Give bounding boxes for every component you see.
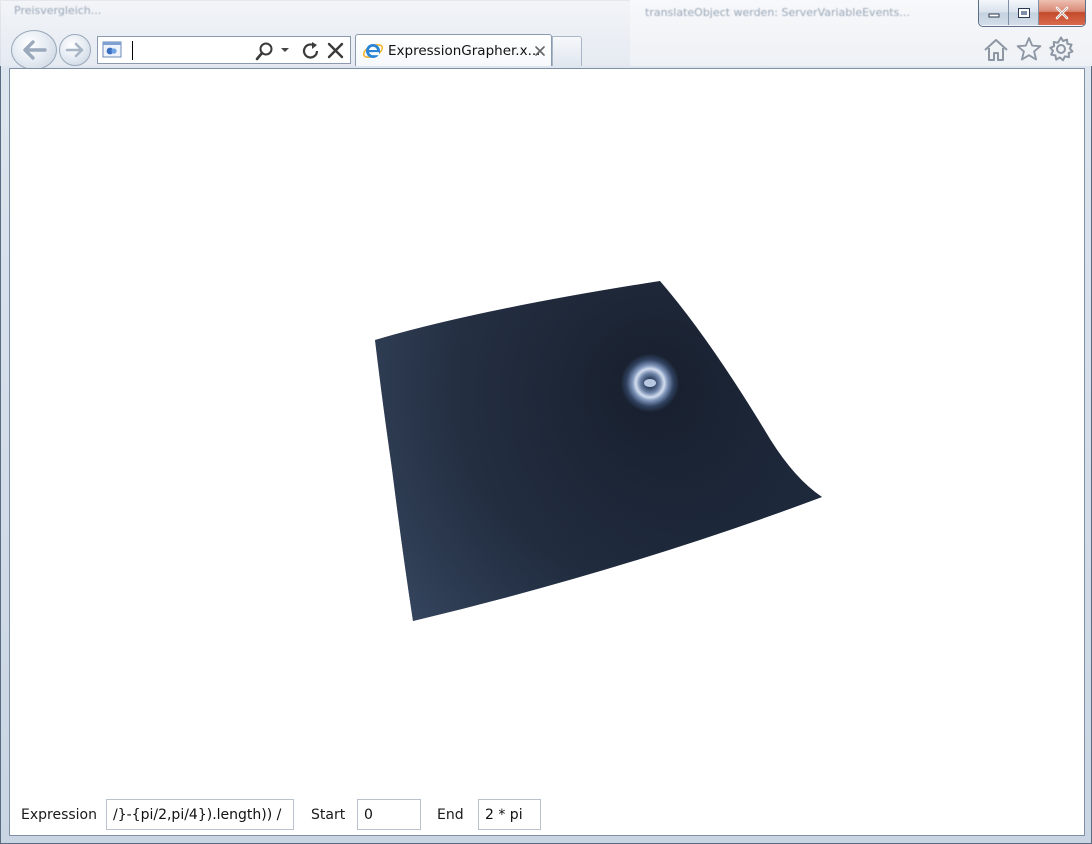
text-caret <box>132 41 133 60</box>
maximize-button[interactable] <box>1009 0 1039 25</box>
gear-icon[interactable] <box>1047 35 1075 63</box>
site-icon <box>102 41 122 58</box>
expression-input[interactable] <box>106 799 294 830</box>
tab-close-icon[interactable] <box>534 45 546 57</box>
surface-mesh <box>375 281 822 621</box>
caption-buttons <box>978 0 1086 27</box>
end-label: End <box>437 807 464 823</box>
address-input[interactable] <box>128 40 240 60</box>
refresh-icon[interactable] <box>300 40 322 62</box>
background-window-text-right: translateObject werden: ServerVariableEv… <box>645 6 910 19</box>
start-label: Start <box>311 807 346 823</box>
page-content: Expression Start End <box>9 68 1085 836</box>
forward-arrow-icon <box>65 42 84 58</box>
close-icon[interactable] <box>326 41 346 61</box>
browser-window: Preisvergleich... translateObject werden… <box>0 0 1092 844</box>
minimize-button[interactable] <box>979 0 1009 25</box>
search-icon[interactable] <box>254 41 276 61</box>
ie-logo-icon <box>362 44 384 58</box>
back-arrow-icon <box>23 40 47 60</box>
chevron-down-icon[interactable] <box>280 46 290 54</box>
close-window-button[interactable] <box>1039 0 1085 25</box>
background-window-text: Preisvergleich... <box>14 4 102 17</box>
tab-expression-grapher[interactable]: ExpressionGrapher.x... <box>355 34 552 66</box>
star-icon[interactable] <box>1015 35 1043 63</box>
minimize-icon <box>988 13 999 17</box>
end-input[interactable] <box>478 799 541 830</box>
start-input[interactable] <box>357 799 421 830</box>
expression-controls: Expression Start End <box>10 795 1084 835</box>
surface-plot-3d[interactable] <box>10 69 1084 789</box>
home-icon[interactable] <box>982 36 1010 64</box>
close-icon <box>1055 6 1069 19</box>
back-button[interactable] <box>11 30 57 70</box>
expression-label: Expression <box>21 807 97 823</box>
new-tab-button[interactable] <box>552 36 582 66</box>
address-bar <box>97 36 351 64</box>
forward-button[interactable] <box>59 34 91 66</box>
tab-title: ExpressionGrapher.x... <box>388 43 541 59</box>
maximize-icon <box>1017 7 1030 18</box>
